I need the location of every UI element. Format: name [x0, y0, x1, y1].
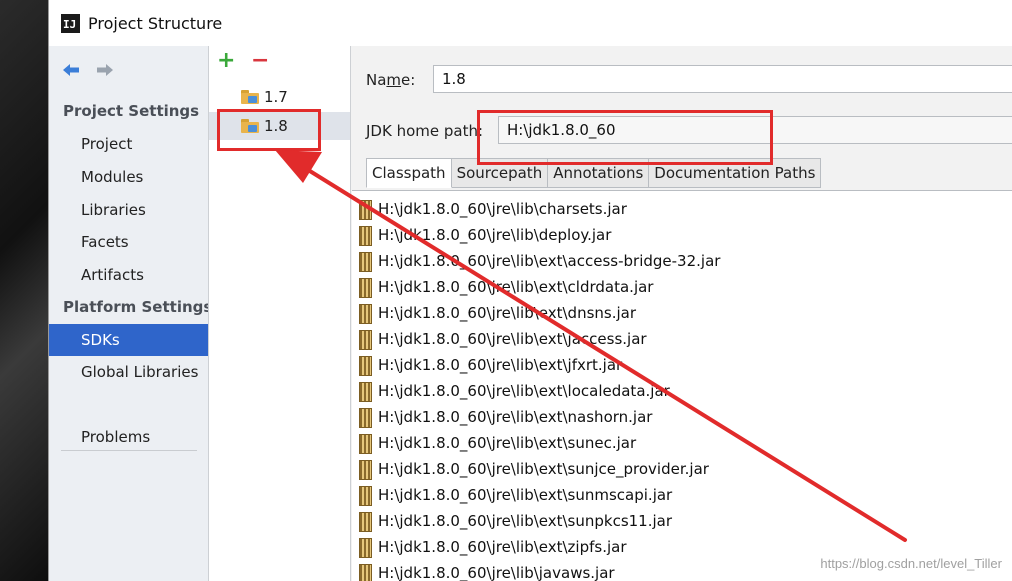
jar-icon	[359, 408, 372, 428]
jar-icon	[359, 538, 372, 558]
sdk-item-label: 1.7	[264, 88, 288, 106]
sdk-item-1-7[interactable]: 1.7	[209, 83, 350, 111]
nav-item-problems[interactable]: Problems	[49, 421, 208, 453]
list-item[interactable]: H:\jdk1.8.0_60\jre\lib\charsets.jar	[352, 196, 1012, 222]
list-item[interactable]: H:\jdk1.8.0_60\jre\lib\ext\dnsns.jar	[352, 300, 1012, 326]
jar-icon	[359, 226, 372, 246]
nav-item-artifacts[interactable]: Artifacts	[49, 259, 208, 291]
sdk-name-field[interactable]: 1.8	[433, 65, 1012, 93]
jar-icon	[359, 486, 372, 506]
nav-item-libraries[interactable]: Libraries	[49, 194, 208, 226]
jar-icon	[359, 330, 372, 350]
watermark-text: https://blog.csdn.net/level_Tiller	[820, 556, 1002, 571]
list-item[interactable]: H:\jdk1.8.0_60\jre\lib\ext\cldrdata.jar	[352, 274, 1012, 300]
intellij-app-icon: IJ	[61, 13, 80, 33]
jar-icon	[359, 304, 372, 324]
nav-item-sdks[interactable]: SDKs	[49, 324, 208, 356]
jar-icon	[359, 564, 372, 581]
list-item[interactable]: H:\jdk1.8.0_60\jre\lib\deploy.jar	[352, 222, 1012, 248]
list-item[interactable]: H:\jdk1.8.0_60\jre\lib\ext\nashorn.jar	[352, 404, 1012, 430]
jar-icon	[359, 382, 372, 402]
list-item[interactable]: H:\jdk1.8.0_60\jre\lib\ext\sunec.jar	[352, 430, 1012, 456]
highlight-box-sdk	[217, 109, 321, 151]
arrow-left-icon[interactable]	[61, 60, 81, 80]
nav-item-facets[interactable]: Facets	[49, 226, 208, 258]
list-item[interactable]: H:\jdk1.8.0_60\jre\lib\ext\access-bridge…	[352, 248, 1012, 274]
list-item[interactable]: H:\jdk1.8.0_60\jre\lib\ext\localedata.ja…	[352, 378, 1012, 404]
jar-icon	[359, 356, 372, 376]
jar-icon	[359, 252, 372, 272]
jar-icon	[359, 278, 372, 298]
list-item[interactable]: H:\jdk1.8.0_60\jre\lib\ext\sunmscapi.jar	[352, 482, 1012, 508]
highlight-box-jdk-path	[477, 110, 773, 165]
name-label: Name:	[366, 71, 416, 89]
add-sdk-button[interactable]: +	[217, 50, 235, 72]
arrow-right-icon[interactable]	[95, 60, 115, 80]
settings-nav: Project Settings Project Modules Librari…	[49, 46, 209, 581]
nav-item-project[interactable]: Project	[49, 128, 208, 160]
project-settings-header: Project Settings	[63, 102, 200, 120]
jar-icon	[359, 200, 372, 220]
platform-settings-header: Platform Settings	[63, 298, 208, 316]
remove-sdk-button[interactable]: −	[251, 50, 269, 72]
nav-item-modules[interactable]: Modules	[49, 161, 208, 193]
list-item[interactable]: H:\jdk1.8.0_60\jre\lib\ext\jaccess.jar	[352, 326, 1012, 352]
classpath-list: H:\jdk1.8.0_60\jre\lib\charsets.jar H:\j…	[352, 190, 1012, 581]
nav-history	[61, 60, 115, 80]
list-item[interactable]: H:\jdk1.8.0_60\jre\lib\ext\sunpkcs11.jar	[352, 508, 1012, 534]
list-item[interactable]: H:\jdk1.8.0_60\jre\lib\ext\jfxrt.jar	[352, 352, 1012, 378]
title-bar: IJ Project Structure	[49, 0, 1012, 46]
nav-item-global-libraries[interactable]: Global Libraries	[49, 356, 208, 388]
tab-classpath[interactable]: Classpath	[366, 158, 452, 188]
jar-icon	[359, 434, 372, 454]
jar-icon	[359, 512, 372, 532]
jar-icon	[359, 460, 372, 480]
list-item[interactable]: H:\jdk1.8.0_60\jre\lib\ext\sunjce_provid…	[352, 456, 1012, 482]
project-structure-window: IJ Project Structure Project Settings Pr…	[48, 0, 1012, 581]
window-title: Project Structure	[88, 13, 223, 33]
jdk-home-path-label: JDK home path:	[366, 122, 484, 140]
jdk-folder-icon	[241, 90, 259, 104]
desktop-background	[0, 0, 48, 581]
